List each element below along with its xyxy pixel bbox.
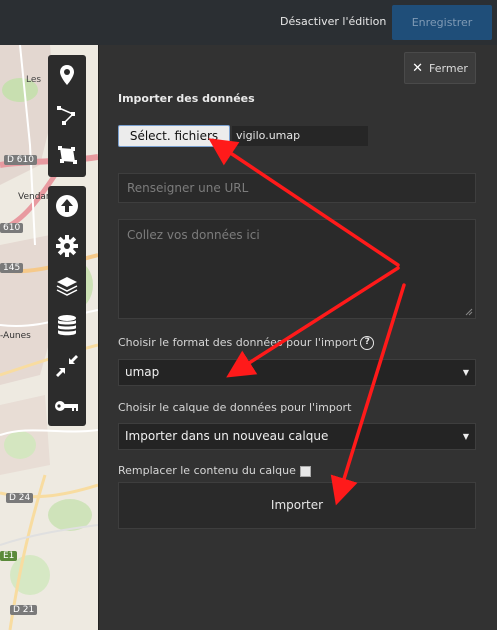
map-road-shield: D 24 [6,493,34,503]
gear-icon[interactable] [48,226,86,266]
map-label: -Aunes [0,331,31,341]
format-select[interactable]: umap ▼ [118,359,476,386]
edit-toolbar [48,186,86,426]
chevron-down-icon: ▼ [462,432,469,441]
format-selected-value: umap [125,365,160,379]
top-bar: Désactiver l'édition Enregistrer [0,0,497,45]
map-road-shield: D 610 [4,155,37,165]
layer-label: Choisir le calque de données pour l'impo… [118,401,352,414]
marker-icon[interactable] [48,55,86,95]
map-road-shield: 145 [0,263,24,273]
layer-select[interactable]: Importer dans un nouveau calque ▼ [118,423,476,450]
upload-icon[interactable] [48,186,86,226]
close-icon: ✕ [412,60,424,76]
disable-edit-button[interactable]: Désactiver l'édition [280,8,386,36]
polyline-icon[interactable] [48,95,86,135]
select-files-button[interactable]: Sélect. fichiers [118,125,230,147]
map-road-shield: E1 [0,551,18,561]
database-icon[interactable] [48,306,86,346]
map-road-shield: D 21 [10,605,38,615]
format-label: Choisir le format des données pour l'imp… [118,336,358,349]
key-icon[interactable] [48,386,86,426]
panel-title: Importer des données [118,92,255,105]
layer-selected-value: Importer dans un nouveau calque [125,429,329,443]
replace-label: Remplacer le contenu du calque [118,464,296,477]
chevron-down-icon: ▼ [462,368,469,377]
paste-placeholder: Collez vos données ici [127,228,260,242]
polygon-icon[interactable] [48,135,86,175]
map-label: Vendar [18,192,50,202]
map-road-shield: 610 [0,223,24,233]
import-button[interactable]: Importer [118,482,476,529]
replace-row: Remplacer le contenu du calque [118,464,311,477]
close-button[interactable]: ✕ Fermer [404,52,476,84]
save-button[interactable]: Enregistrer [392,5,492,40]
close-label: Fermer [429,61,468,75]
url-input[interactable]: Renseigner une URL [118,173,476,203]
map-label: Les [26,75,42,85]
selected-file-name: vigilo.umap [232,126,368,146]
layers-icon[interactable] [48,266,86,306]
draw-toolbar [48,55,86,177]
replace-checkbox[interactable] [299,465,311,477]
shrink-icon[interactable] [48,346,86,386]
format-label-row: Choisir le format des données pour l'imp… [118,336,375,350]
resize-grip-icon[interactable] [465,308,473,316]
paste-data-textarea[interactable]: Collez vos données ici [118,219,476,319]
help-icon[interactable]: ? [360,336,375,350]
